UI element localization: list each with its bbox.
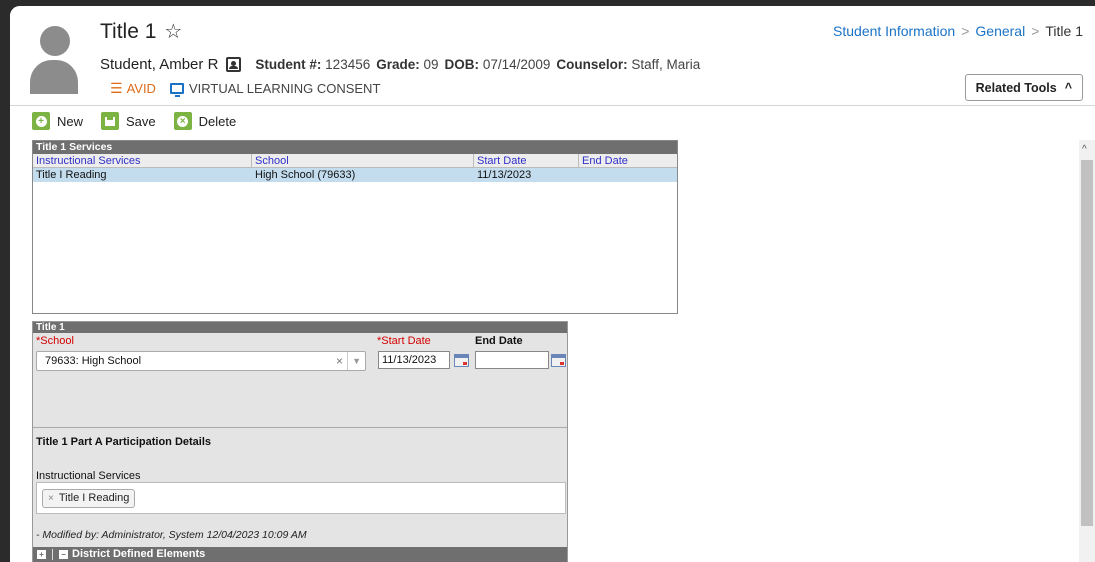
title1-services-table: Title 1 Services Instructional Services … bbox=[32, 140, 678, 314]
column-end-date[interactable]: End Date bbox=[579, 154, 677, 167]
cell-service: Title I Reading bbox=[36, 169, 107, 181]
plus-icon: + bbox=[32, 112, 50, 130]
star-outline-icon[interactable]: ☆ bbox=[164, 22, 182, 42]
section-divider bbox=[33, 427, 567, 428]
student-avatar bbox=[30, 20, 78, 94]
breadcrumb-current: Title 1 bbox=[1045, 23, 1083, 39]
monitor-icon bbox=[169, 83, 184, 97]
table-title: Title 1 Services bbox=[33, 141, 677, 154]
calendar-icon[interactable] bbox=[551, 354, 566, 367]
table-header: Instructional Services School Start Date… bbox=[33, 154, 677, 168]
flag-avid[interactable]: ☰ AVID bbox=[110, 80, 156, 97]
student-info-line: Student, Amber R Student #: 123456 Grade… bbox=[100, 56, 700, 73]
calendar-icon[interactable] bbox=[454, 354, 469, 367]
chevron-right-icon: > bbox=[1031, 23, 1040, 39]
collapse-icon[interactable]: − bbox=[59, 550, 68, 559]
chevron-right-icon: > bbox=[961, 23, 970, 39]
column-school[interactable]: School bbox=[252, 154, 474, 167]
cell-start-date: 11/13/2023 bbox=[477, 169, 532, 181]
page-title: Title 1 ☆ bbox=[100, 20, 183, 43]
flag-virtual-learning-consent[interactable]: VIRTUAL LEARNING CONSENT bbox=[169, 81, 380, 97]
district-defined-elements-bar[interactable]: + − District Defined Elements bbox=[33, 547, 567, 562]
delete-icon: × bbox=[173, 112, 192, 130]
page-header: Title 1 ☆ Student Information > General … bbox=[10, 6, 1095, 106]
start-date-input[interactable]: 11/13/2023 bbox=[378, 351, 450, 369]
title1-detail-panel: Title 1 *School *Start Date End Date 796… bbox=[32, 321, 568, 562]
instructional-services-label: Instructional Services bbox=[36, 470, 141, 482]
action-toolbar: + New Save × Delete bbox=[32, 112, 236, 130]
scrollbar-thumb[interactable] bbox=[1081, 160, 1093, 526]
save-icon bbox=[101, 112, 120, 130]
school-select[interactable]: 79633: High School × ▼ bbox=[36, 351, 366, 371]
chevron-up-icon: ^ bbox=[1064, 80, 1072, 95]
expand-icon[interactable]: + bbox=[37, 550, 46, 559]
student-grade: Grade: 09 bbox=[376, 57, 439, 72]
end-date-input[interactable] bbox=[475, 351, 549, 369]
panel-title: Title 1 bbox=[33, 322, 567, 333]
breadcrumb-general[interactable]: General bbox=[975, 23, 1025, 39]
app-frame: Title 1 ☆ Student Information > General … bbox=[10, 6, 1095, 562]
school-label: *School bbox=[36, 335, 74, 347]
delete-button[interactable]: × Delete bbox=[173, 112, 236, 130]
student-number: Student #: 123456 bbox=[255, 57, 371, 72]
list-check-icon: ☰ bbox=[110, 80, 123, 96]
contact-card-icon[interactable] bbox=[226, 57, 242, 72]
start-date-label: *Start Date bbox=[377, 335, 431, 347]
column-start-date[interactable]: Start Date bbox=[474, 154, 579, 167]
remove-icon[interactable]: × bbox=[48, 490, 54, 507]
student-name: Student, Amber R bbox=[100, 56, 219, 73]
cell-school: High School (79633) bbox=[255, 169, 356, 181]
clear-icon[interactable]: × bbox=[336, 352, 343, 370]
scroll-up-icon[interactable]: ^ bbox=[1082, 144, 1087, 155]
column-instructional-services[interactable]: Instructional Services bbox=[33, 154, 252, 167]
table-row[interactable]: Title I Reading High School (79633) 11/1… bbox=[33, 168, 677, 182]
modified-by-text: - Modified by: Administrator, System 12/… bbox=[36, 529, 307, 541]
cell-end-date bbox=[579, 168, 677, 182]
student-dob: DOB: 07/14/2009 bbox=[444, 57, 551, 72]
breadcrumb: Student Information > General > Title 1 bbox=[833, 23, 1083, 39]
save-button[interactable]: Save bbox=[101, 112, 156, 130]
service-tag: × Title I Reading bbox=[42, 489, 136, 508]
new-button[interactable]: + New bbox=[32, 112, 83, 130]
participation-details-heading: Title 1 Part A Participation Details bbox=[36, 436, 212, 448]
breadcrumb-student-information[interactable]: Student Information bbox=[833, 23, 955, 39]
student-counselor: Counselor: Staff, Maria bbox=[556, 57, 701, 72]
end-date-label: End Date bbox=[475, 335, 523, 347]
page-scrollbar[interactable]: ^ bbox=[1079, 140, 1095, 562]
student-flags: ☰ AVID VIRTUAL LEARNING CONSENT bbox=[110, 80, 380, 97]
chevron-down-icon[interactable]: ▼ bbox=[347, 352, 361, 370]
related-tools-button[interactable]: Related Tools ^ bbox=[964, 74, 1083, 101]
instructional-services-multiselect[interactable]: × Title I Reading bbox=[36, 482, 566, 514]
